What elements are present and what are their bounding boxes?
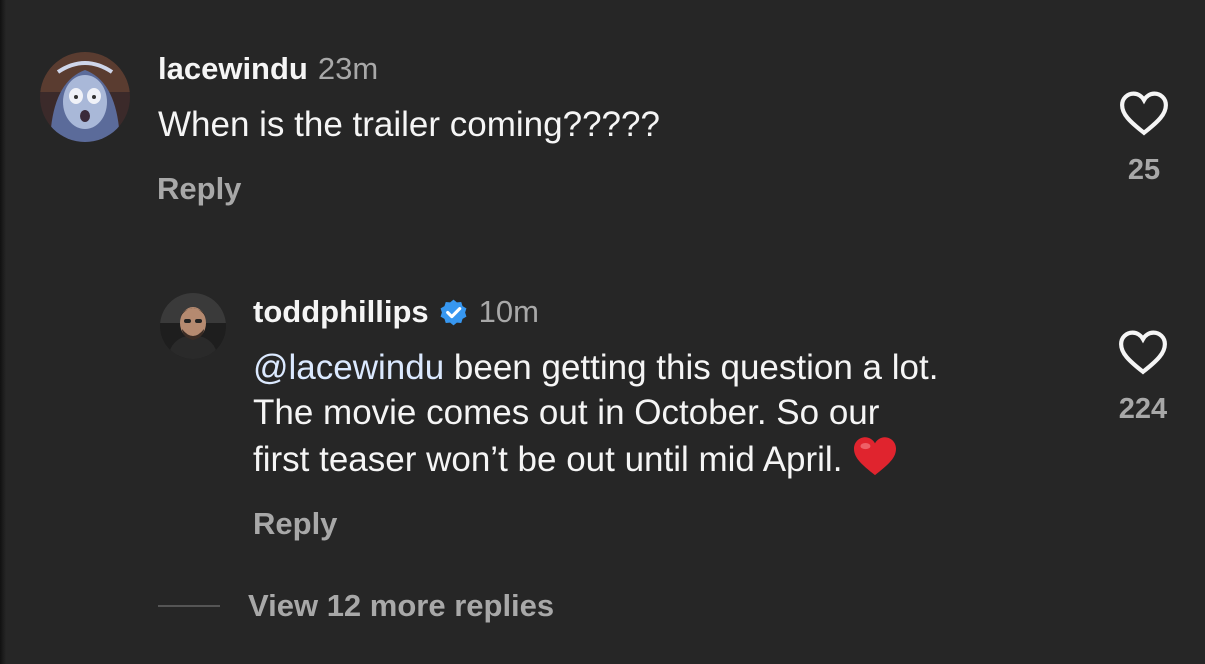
comment-timestamp: 23m <box>317 51 379 86</box>
view-more-replies-label: View 12 more replies <box>248 588 555 623</box>
reply-text-line-3: first teaser won’t be out until mid Apri… <box>253 440 843 479</box>
comment-username[interactable]: lacewindu <box>158 51 308 87</box>
zombie-bride-avatar-image <box>40 52 130 142</box>
reply-timestamp: 10m <box>478 294 539 329</box>
heart-icon[interactable] <box>1119 90 1169 136</box>
like-count: 25 <box>1127 154 1161 186</box>
reply-button[interactable]: Reply <box>253 506 337 542</box>
comment-like-group: 25 <box>1118 90 1170 187</box>
reply-text: @lacewindu been getting this question a … <box>253 345 1083 482</box>
reply-button[interactable]: Reply <box>157 171 241 207</box>
reply-text-line-1: @lacewindu been getting this question a … <box>253 345 1083 390</box>
reply-text-line-3-wrap: first teaser won’t be out until mid Apri… <box>253 435 1083 482</box>
view-more-replies-button[interactable]: View 12 more replies <box>158 588 554 624</box>
toddphillips-avatar[interactable] <box>160 293 226 359</box>
verified-badge-icon <box>440 299 467 325</box>
comment-text: When is the trailer coming????? <box>158 105 660 144</box>
comment-header: lacewindu 23m <box>158 51 378 87</box>
red-heart-emoji-icon <box>854 437 897 476</box>
reply-username[interactable]: toddphillips <box>253 294 429 330</box>
left-edge-shadow <box>0 0 6 664</box>
heart-icon[interactable] <box>1118 329 1168 375</box>
mention-link[interactable]: @lacewindu <box>253 348 444 387</box>
lacewindu-avatar[interactable] <box>40 52 130 142</box>
comments-screen: lacewindu 23m When is the trailer coming… <box>0 0 1205 664</box>
reply-text-line-1-rest: been getting this question a lot. <box>444 348 939 387</box>
divider-line <box>158 605 220 607</box>
reply-like-group: 224 <box>1108 329 1178 426</box>
like-count: 224 <box>1118 393 1168 425</box>
reply-text-line-2: The movie comes out in October. So our <box>253 393 880 432</box>
man-portrait-avatar-image <box>160 293 226 359</box>
reply-header: toddphillips 10m <box>253 293 539 331</box>
